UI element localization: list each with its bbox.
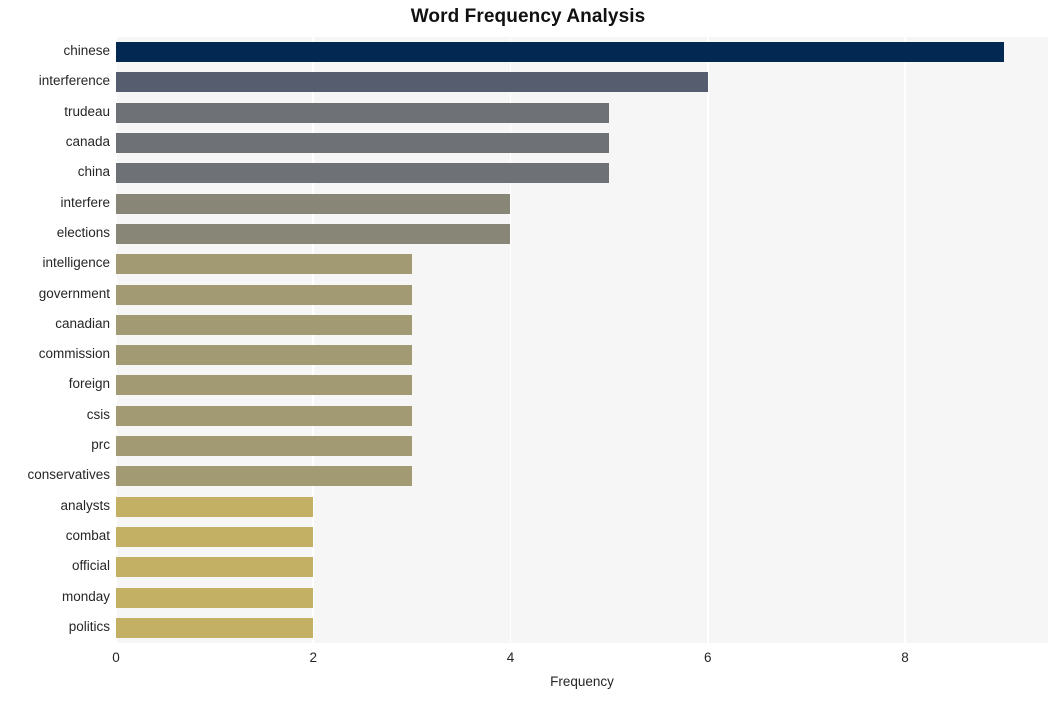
bar-commission: [116, 345, 412, 366]
x-axis-tick-labels: 0 2 4 6 8: [0, 643, 1056, 673]
bar-row: [116, 557, 1048, 578]
x-tick-label-4: 4: [506, 650, 515, 665]
y-tick-label-prc: prc: [91, 437, 110, 453]
bar-row: [116, 42, 1048, 63]
bar-row: [116, 496, 1048, 517]
bar-row: [116, 405, 1048, 426]
bars-layer: [116, 37, 1048, 643]
y-tick-label-elections: elections: [56, 224, 110, 240]
y-tick-label-combat: combat: [65, 527, 110, 543]
word-frequency-chart-figure: Word Frequency Analysis chinese interfere…: [0, 0, 1056, 701]
bar-elections: [116, 223, 511, 244]
bar-interference: [116, 72, 708, 93]
bar-china: [116, 163, 610, 184]
y-tick-label-trudeau: trudeau: [64, 103, 110, 119]
y-tick-label-conservatives: conservatives: [27, 467, 110, 483]
x-tick-label-6: 6: [703, 650, 712, 665]
bar-row: [116, 133, 1048, 154]
bar-row: [116, 193, 1048, 214]
bar-official: [116, 557, 314, 578]
bar-canadian: [116, 314, 412, 335]
bar-row: [116, 436, 1048, 457]
bar-row: [116, 72, 1048, 93]
y-tick-label-monday: monday: [61, 588, 110, 604]
y-tick-label-intelligence: intelligence: [42, 255, 110, 271]
bar-government: [116, 284, 412, 305]
bar-intelligence: [116, 254, 412, 275]
y-axis-tick-labels: chinese interference trudeau canada china int…: [0, 37, 110, 643]
bar-canada: [116, 133, 610, 154]
x-tick-label-0: 0: [112, 650, 120, 665]
bar-politics: [116, 617, 314, 638]
bar-row: [116, 163, 1048, 184]
bar-conservatives: [116, 466, 412, 487]
x-axis-title: Frequency: [550, 674, 614, 689]
y-tick-label-commission: commission: [38, 346, 110, 362]
bar-row: [116, 223, 1048, 244]
bar-row: [116, 466, 1048, 487]
bar-row: [116, 345, 1048, 366]
bar-row: [116, 254, 1048, 275]
bar-chinese: [116, 42, 1004, 63]
bar-row: [116, 102, 1048, 123]
bar-interfere: [116, 193, 511, 214]
bar-analysts: [116, 496, 314, 517]
y-tick-label-interfere: interfere: [60, 194, 110, 210]
bar-row: [116, 375, 1048, 396]
y-tick-label-canadian: canadian: [55, 315, 110, 331]
bar-combat: [116, 526, 314, 547]
y-tick-label-chinese: chinese: [63, 43, 110, 59]
bar-trudeau: [116, 102, 610, 123]
bar-row: [116, 314, 1048, 335]
bar-row: [116, 526, 1048, 547]
x-tick-label-2: 2: [309, 650, 317, 665]
bar-foreign: [116, 375, 412, 396]
y-tick-label-canada: canada: [65, 134, 110, 150]
bar-row: [116, 617, 1048, 638]
bar-prc: [116, 436, 412, 457]
y-tick-label-official: official: [71, 558, 110, 574]
y-tick-label-csis: csis: [86, 406, 110, 422]
y-tick-label-foreign: foreign: [68, 376, 110, 392]
y-tick-label-interference: interference: [38, 73, 110, 89]
bar-row: [116, 284, 1048, 305]
y-tick-label-china: china: [77, 164, 110, 180]
y-tick-label-politics: politics: [68, 618, 110, 634]
y-tick-label-government: government: [38, 285, 110, 301]
x-tick-label-8: 8: [901, 650, 909, 665]
bar-csis: [116, 405, 412, 426]
bar-row: [116, 587, 1048, 608]
chart-title: Word Frequency Analysis: [410, 6, 646, 27]
y-tick-label-analysts: analysts: [60, 497, 110, 513]
bar-monday: [116, 587, 314, 608]
